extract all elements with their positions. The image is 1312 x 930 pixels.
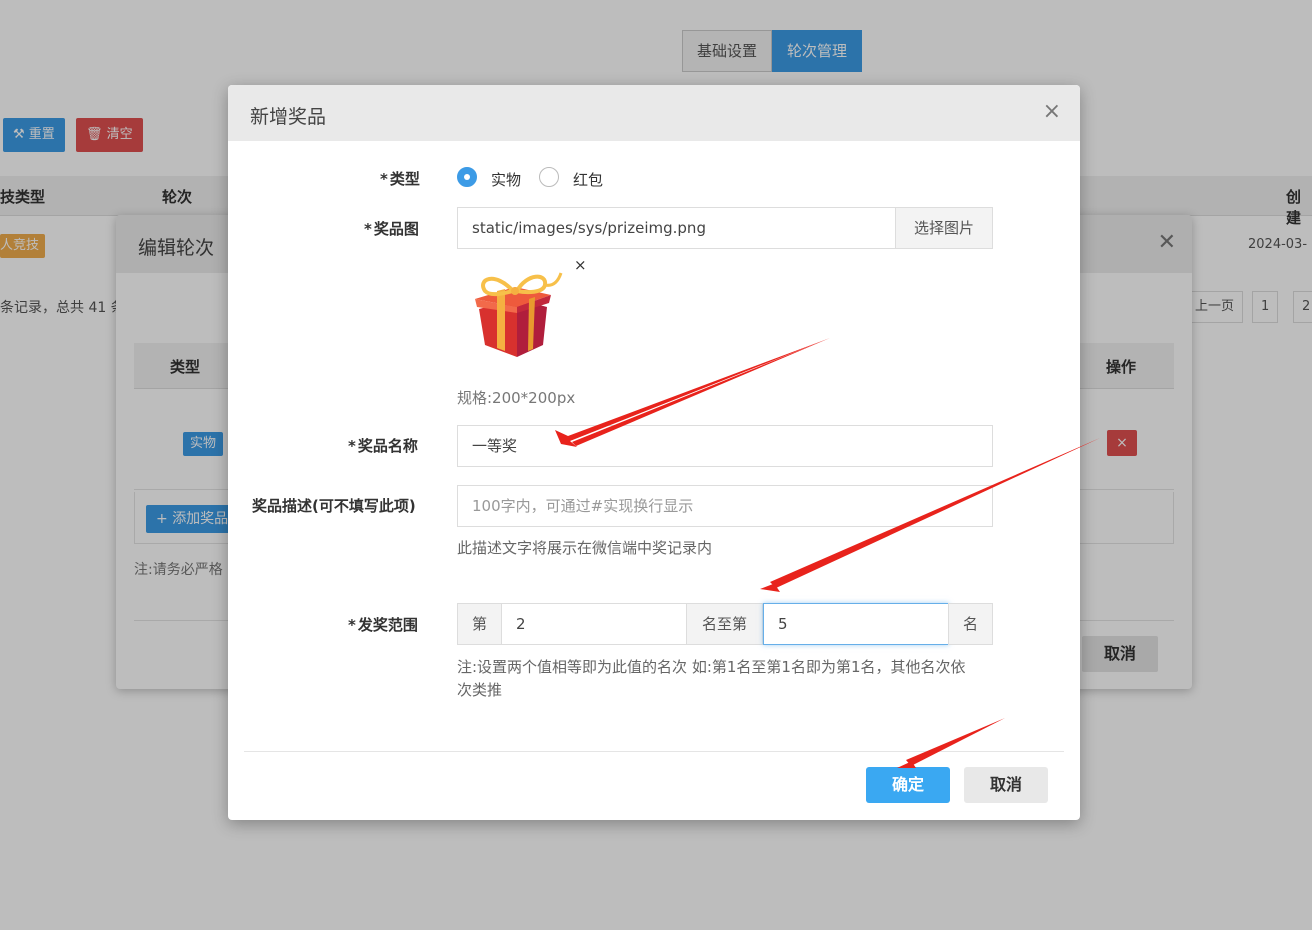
radio-red-packet[interactable] [539, 167, 559, 187]
prize-range-label-text: 发奖范围 [357, 616, 418, 634]
range-from-input[interactable]: 2 [501, 603, 687, 645]
type-label: * 类型 [380, 170, 420, 188]
range-prefix: 第 [457, 603, 502, 645]
prize-name-label: * 奖品名称 [348, 437, 418, 455]
divider [244, 751, 1064, 752]
close-icon[interactable]: × [1043, 99, 1061, 124]
gift-box-image [465, 265, 565, 365]
prize-name-input[interactable]: 一等奖 [457, 425, 993, 467]
image-label: * 奖品图 [364, 220, 419, 238]
prize-name-label-text: 奖品名称 [357, 437, 418, 455]
range-note-line2: 次类推 [457, 681, 503, 699]
type-label-text: 类型 [389, 170, 420, 188]
radio-physical[interactable] [457, 167, 477, 187]
radio-red-packet-label[interactable]: 红包 [573, 169, 603, 190]
prize-desc-label: 奖品描述(可不填写此项) [252, 497, 416, 515]
add-prize-title: 新增奖品 [250, 106, 327, 128]
confirm-button[interactable]: 确定 [866, 767, 950, 803]
prize-range-label: * 发奖范围 [348, 616, 418, 634]
image-label-text: 奖品图 [373, 220, 419, 238]
remove-image-icon[interactable]: × [574, 256, 587, 274]
range-note-line1: 注:设置两个值相等即为此值的名次 如:第1名至第1名即为第1名，其他名次依 [457, 658, 966, 676]
choose-image-button[interactable]: 选择图片 [895, 207, 993, 249]
prize-desc-hint: 此描述文字将展示在微信端中奖记录内 [457, 539, 713, 557]
image-spec-hint: 规格:200*200px [457, 389, 576, 407]
gift-box-icon [475, 272, 563, 357]
range-suffix: 名 [948, 603, 993, 645]
image-path-input[interactable]: static/images/sys/prizeimg.png [457, 207, 896, 249]
radio-physical-label[interactable]: 实物 [491, 169, 521, 190]
range-to-input[interactable]: 5 [763, 603, 949, 645]
range-middle: 名至第 [686, 603, 763, 645]
cancel-button[interactable]: 取消 [964, 767, 1048, 803]
add-prize-header: 新增奖品 × [228, 85, 1080, 141]
prize-desc-input[interactable]: 100字内，可通过#实现换行显示 [457, 485, 993, 527]
add-prize-modal: 新增奖品 × * 类型 实物 红包 * 奖品图 static/images/sys/… [228, 85, 1080, 820]
